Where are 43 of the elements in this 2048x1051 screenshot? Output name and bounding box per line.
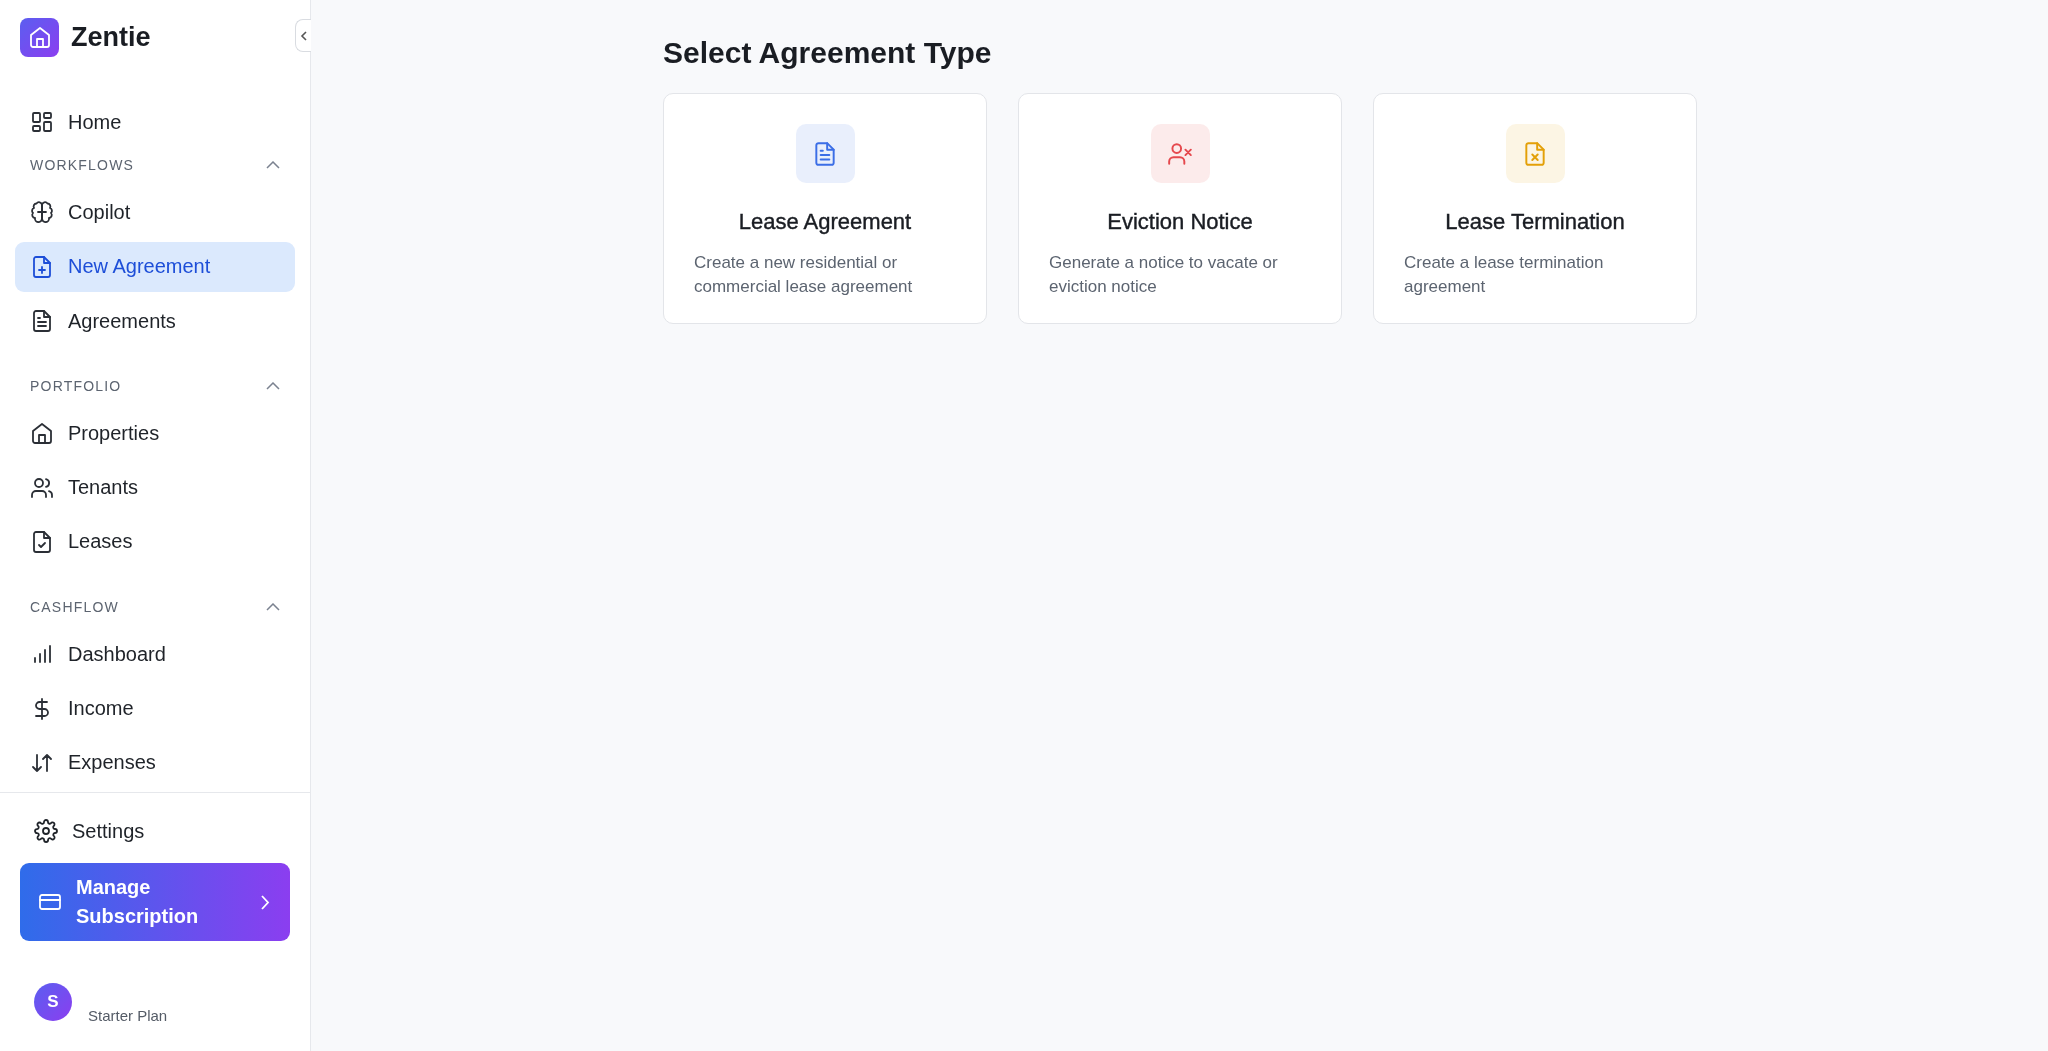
- agreement-type-card[interactable]: Lease Agreement Create a new residential or commercial lease agreement: [663, 93, 987, 324]
- plan-name: Starter Plan: [88, 1006, 168, 1024]
- document-icon: [30, 309, 54, 334]
- card-title: Eviction Notice: [1107, 209, 1253, 235]
- settings-link[interactable]: Settings: [20, 811, 290, 851]
- user-avatar[interactable]: S: [34, 983, 72, 1021]
- nav-item[interactable]: Agreements: [15, 295, 295, 347]
- card-title: Lease Termination: [1445, 209, 1625, 235]
- chevron-left-icon: [299, 30, 308, 41]
- nav-item[interactable]: Tenants: [15, 462, 295, 513]
- chevron-up-icon[interactable]: [266, 161, 280, 170]
- agreement-type-card[interactable]: Eviction Notice Generate a notice to vacate or eviction notice: [1018, 93, 1342, 324]
- house-icon: [30, 421, 54, 446]
- nav-item[interactable]: Home: [15, 97, 295, 148]
- nav-item[interactable]: New Agreement: [15, 241, 295, 292]
- section-heading: WORKFLOWS: [30, 157, 135, 174]
- collapse-button[interactable]: [295, 19, 311, 52]
- nav-item[interactable]: Copilot: [15, 187, 295, 238]
- people-icon: [30, 475, 54, 500]
- section-heading: CASHFLOW: [30, 599, 119, 616]
- chevron-right-icon: [261, 894, 270, 910]
- nav-item[interactable]: Income: [15, 683, 295, 734]
- page-title: Select Agreement Type: [663, 36, 993, 70]
- app-name: Zentie: [71, 21, 151, 53]
- agreement-type-card[interactable]: Lease Termination Create a lease termination agreement: [1373, 93, 1697, 324]
- house-icon: [27, 25, 52, 49]
- nav-item[interactable]: Expenses: [15, 737, 295, 788]
- grid-icon: [30, 110, 54, 135]
- card-title: Lease Agreement: [738, 209, 912, 235]
- card-description: Create a new residential or commercial lease agreement: [694, 252, 914, 298]
- file-plus-icon: [30, 254, 54, 279]
- file-check-icon: [30, 529, 54, 554]
- card-description: Create a lease termination agreement: [1404, 252, 1605, 298]
- manage-subscription-button[interactable]: Manage Subscription: [20, 863, 290, 941]
- brain-icon: [30, 200, 54, 225]
- nav-item[interactable]: Dashboard: [15, 629, 295, 680]
- section-heading: PORTFOLIO: [30, 378, 122, 395]
- settings-icon: [34, 819, 58, 843]
- chevron-up-icon[interactable]: [266, 603, 280, 612]
- card-description: Generate a notice to vacate or eviction notice: [1049, 252, 1279, 298]
- chevron-up-icon[interactable]: [266, 382, 280, 391]
- nav-item[interactable]: Properties: [15, 408, 295, 459]
- nav-item[interactable]: Leases: [15, 516, 295, 568]
